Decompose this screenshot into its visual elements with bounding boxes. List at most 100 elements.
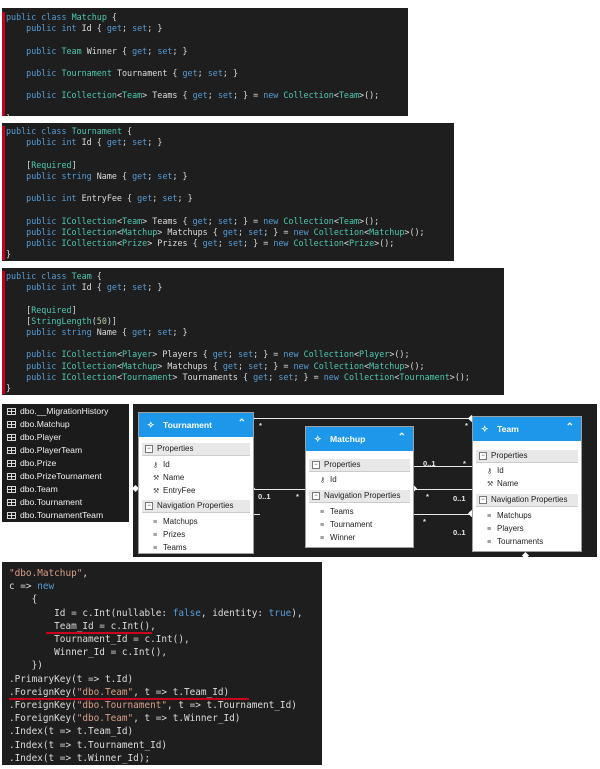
collapse-icon[interactable]: −: [145, 444, 153, 453]
code-line: [StringLength(50)]: [2, 316, 504, 327]
navigation-section-header[interactable]: − Navigation Properties: [142, 500, 250, 513]
code-token: .ForeignKey(: [9, 713, 77, 725]
code-token: Required: [31, 304, 72, 315]
code-line: public int EntryFee { get; set; }: [2, 193, 454, 204]
code-token: Team: [121, 215, 143, 226]
properties-section-header[interactable]: − Properties: [142, 443, 250, 456]
code-token: ; }: [177, 193, 193, 204]
property-item[interactable]: ⚷ Id: [320, 474, 410, 485]
relation-line: [414, 489, 472, 490]
entity-tournament[interactable]: ✧ Tournament ⌃ − Properties ⚷ Id ⚒ Name ⚒ En…: [138, 412, 254, 554]
entity-header[interactable]: ✧ Matchup ⌃: [306, 427, 413, 451]
collapse-icon[interactable]: −: [479, 495, 487, 504]
table-list-item[interactable]: dbo.Tournament: [2, 496, 129, 509]
property-label: Id: [163, 460, 170, 469]
navigation-item[interactable]: ≡ Tournament: [320, 519, 410, 530]
property-item[interactable]: ⚷ Id: [487, 465, 578, 476]
navigation-icon: ≡: [487, 539, 492, 546]
properties-section-header[interactable]: − Properties: [309, 459, 410, 472]
code-line: .ForeignKey("dbo.Tournament", t => t.Tou…: [2, 699, 322, 712]
code-token: Id {: [81, 137, 107, 148]
navigation-section-header[interactable]: − Navigation Properties: [309, 490, 410, 503]
code-token: get: [106, 282, 122, 293]
property-item[interactable]: ⚒ Name: [487, 478, 578, 489]
entity-header[interactable]: ✧ Team ⌃: [473, 417, 581, 441]
code-token: ; } =: [232, 90, 264, 101]
table-list-item[interactable]: dbo.PlayerTeam: [2, 444, 129, 457]
code-token: Team_Id = c.Int(),: [9, 620, 156, 632]
code-token: Team: [121, 90, 143, 101]
code-line: .Index(t => t.Team_Id): [2, 725, 322, 738]
code-token: get: [132, 170, 148, 181]
collapse-icon[interactable]: −: [479, 451, 487, 460]
entity-team[interactable]: ✧ Team ⌃ − Properties ⚷ Id ⚒ Name − Navigati…: [472, 416, 582, 552]
navigation-label: Tournament: [330, 520, 373, 529]
table-list-item[interactable]: dbo.Team: [2, 483, 129, 496]
relation-line: [254, 418, 474, 419]
property-item[interactable]: ⚷ Id: [153, 459, 250, 470]
collapse-icon[interactable]: −: [312, 491, 320, 500]
section-label: Properties: [324, 460, 361, 469]
code-token: .PrimaryKey(t => t.Id): [9, 673, 134, 685]
code-token: ; } =: [263, 226, 294, 237]
navigation-item[interactable]: ≡ Tournaments: [487, 536, 578, 547]
code-line: }: [2, 249, 454, 260]
code-token: .ForeignKey(: [9, 686, 77, 698]
collapse-chevron-icon[interactable]: ⌃: [238, 418, 246, 429]
code-token: ICollection: [61, 360, 117, 371]
code-token: public: [26, 226, 62, 237]
table-list-item[interactable]: dbo.__MigrationHistory: [2, 405, 129, 418]
collapse-chevron-icon[interactable]: ⌃: [398, 432, 406, 443]
navigation-item[interactable]: ≡ Players: [487, 523, 578, 534]
wrench-icon: ⚒: [487, 481, 494, 488]
relation-line: [254, 489, 305, 490]
code-token: new: [323, 371, 344, 382]
code-token: int: [61, 23, 82, 34]
navigation-label: Teams: [330, 507, 354, 516]
property-item[interactable]: ⚒ Name: [153, 472, 250, 483]
code-token: get: [202, 238, 218, 248]
navigation-item[interactable]: ≡ Teams: [320, 506, 410, 517]
table-icon: [7, 460, 16, 467]
collapse-chevron-icon[interactable]: ⌃: [566, 422, 574, 433]
navigation-item[interactable]: ≡ Prizes: [153, 529, 250, 540]
navigation-item[interactable]: ≡ Teams: [153, 542, 250, 553]
entity-title: Matchup: [330, 434, 366, 444]
highlight-underline: [9, 698, 249, 700]
table-list-item[interactable]: dbo.TournamentTeam: [2, 509, 129, 522]
code-line: public string Name { get; set; }: [2, 171, 454, 182]
properties-section-header[interactable]: − Properties: [476, 450, 578, 463]
navigation-item[interactable]: ≡ Matchups: [153, 516, 250, 527]
entity-title: Team: [497, 424, 519, 434]
property-item[interactable]: ⚒ EntryFee: [153, 485, 250, 496]
cardinality-label: *: [423, 517, 426, 526]
code-token: Tournament: [121, 371, 173, 382]
navigation-item[interactable]: ≡ Winner: [320, 532, 410, 543]
table-list-item[interactable]: dbo.Player: [2, 431, 129, 444]
code-token: Id {: [81, 282, 107, 293]
entity-header[interactable]: ✧ Tournament ⌃: [139, 413, 253, 437]
code-token: "dbo.Matchup": [9, 568, 83, 579]
code-token: ICollection: [61, 349, 117, 360]
code-token: StringLength: [31, 315, 92, 326]
code-token: public: [26, 282, 62, 293]
code-token: Collection: [313, 360, 365, 371]
code-token: set: [157, 45, 173, 56]
navigation-item[interactable]: ≡ Matchups: [487, 510, 578, 521]
code-line: .Index(t => t.Winner_Id);: [2, 752, 322, 765]
collapse-icon[interactable]: −: [145, 501, 153, 510]
table-list-item[interactable]: dbo.Matchup: [2, 418, 129, 431]
navigation-section-header[interactable]: − Navigation Properties: [476, 494, 578, 507]
code-token: , t => t.Winner_Id): [133, 713, 241, 725]
entity-matchup[interactable]: ✧ Matchup ⌃ − Properties ⚷ Id − Navigation …: [305, 426, 414, 548]
code-token: ; }: [147, 137, 163, 148]
table-list-item[interactable]: dbo.PrizeTournament: [2, 470, 129, 483]
table-list-item[interactable]: dbo.Prize: [2, 457, 129, 470]
code-line: Team_Id = c.Int(),: [2, 620, 322, 633]
code-token: Team: [338, 215, 360, 226]
collapse-icon[interactable]: −: [312, 460, 320, 469]
